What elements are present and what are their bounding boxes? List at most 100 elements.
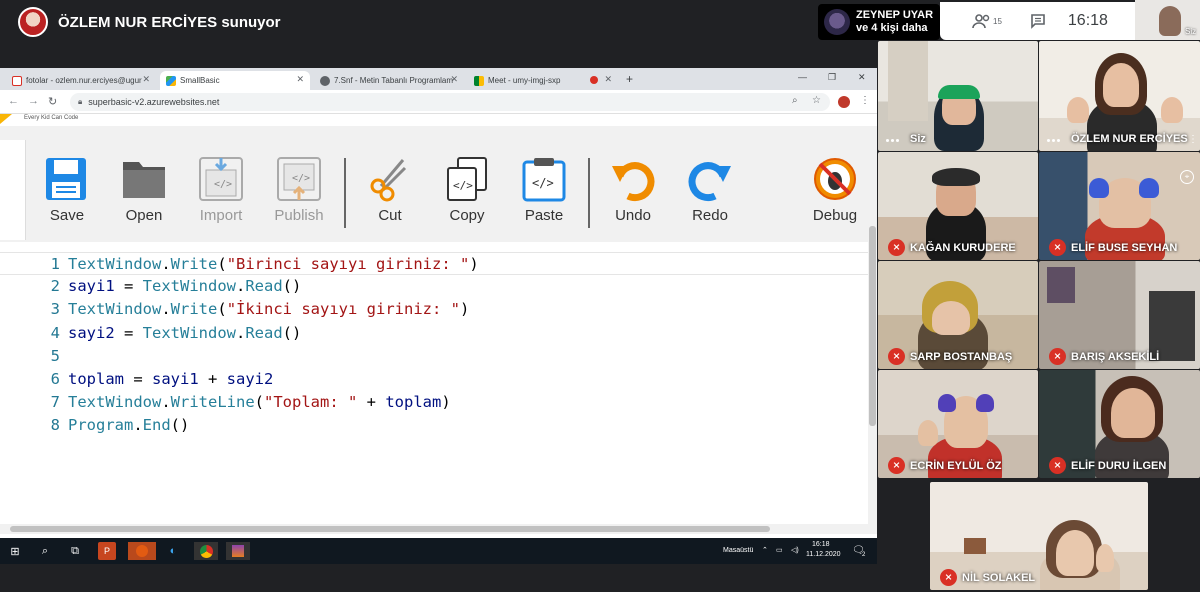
people-button[interactable]: 15 <box>972 13 1002 29</box>
mic-off-icon: ⨯ <box>1049 457 1066 474</box>
search-icon[interactable]: ⌕ <box>36 542 54 560</box>
tab-metin[interactable]: 7.Snf - Metin Tabanlı Programlam ✕ <box>314 71 464 90</box>
tab-title: Meet - umy-imgj-sxp <box>488 76 561 85</box>
redo-button[interactable]: Redo <box>673 156 747 236</box>
import-button[interactable]: </> Import <box>184 156 258 236</box>
close-icon[interactable]: ✕ <box>296 74 304 85</box>
winrar-icon[interactable] <box>226 542 250 560</box>
participant-name: KAĞAN KURUDERE <box>910 242 1016 254</box>
tray-date[interactable]: 11.12.2020 <box>806 551 841 558</box>
tab-gmail[interactable]: fotolar - ozlem.nur.erciyes@ugur ✕ <box>6 71 156 90</box>
code-token: Write <box>170 255 218 273</box>
tray-time[interactable]: 16:18 <box>812 541 830 548</box>
code-line[interactable]: 7 TextWindow.WriteLine("Toplam: " + topla… <box>0 391 868 414</box>
line-number: 8 <box>50 416 60 435</box>
tray-chevron-icon[interactable]: ⌃ <box>762 546 768 554</box>
code-token: = <box>114 323 143 342</box>
code-token: + <box>198 370 227 388</box>
participant-tile-sarp[interactable]: ⨯ SARP BOSTANBAŞ <box>878 261 1038 369</box>
presenter-bar: ÖZLEM NUR ERCİYES sunuyor <box>0 0 820 44</box>
star-icon[interactable]: ☆ <box>812 95 821 106</box>
zoom-icon[interactable]: ⌕ <box>792 95 798 106</box>
participant-name: ELİF DURU İLGEN <box>1071 460 1167 472</box>
vertical-scroll-thumb[interactable] <box>869 226 876 426</box>
edge-icon[interactable]: ◐ <box>164 542 182 560</box>
publish-button[interactable]: </> Publish <box>262 156 336 236</box>
forward-icon[interactable]: → <box>28 95 39 107</box>
code-token: "Toplam: " <box>264 393 358 412</box>
code-line[interactable]: 1 TextWindow.Write("Birinci sayıyı girini… <box>0 252 868 275</box>
horizontal-scroll-thumb[interactable] <box>10 526 770 532</box>
browser-tabstrip: fotolar - ozlem.nur.erciyes@ugur ✕ Small… <box>0 68 877 90</box>
participant-tile-elif-buse[interactable]: ⌖ ⨯ ELİF BUSE SEYHAN <box>1039 152 1200 260</box>
network-icon[interactable]: ▭ <box>776 546 783 554</box>
code-line[interactable]: 6 toplam = sayi1 + sayi2 <box>0 368 868 391</box>
publish-label: Publish <box>274 207 324 224</box>
window-close-icon[interactable]: ✕ <box>858 72 866 83</box>
url-field[interactable]: 🔒︎ superbasic-v2.azurewebsites.net <box>70 93 830 111</box>
tab-smallbasic[interactable]: SmallBasic ✕ <box>160 71 310 90</box>
more-options-icon[interactable]: ⋮ <box>1188 134 1198 145</box>
publish-icon: </> <box>276 156 322 202</box>
profile-icon[interactable] <box>838 96 850 108</box>
reload-icon[interactable]: ↻ <box>48 95 57 108</box>
tab-title: 7.Snf - Metin Tabanlı Programlam <box>334 76 454 85</box>
debug-button[interactable]: Debug <box>798 156 872 236</box>
bug-icon <box>812 156 858 202</box>
new-tab-icon[interactable]: + <box>626 72 633 86</box>
back-icon[interactable]: ← <box>8 95 19 107</box>
participant-tile-nil[interactable]: ⨯ NİL SOLAKEL <box>930 482 1148 590</box>
meet-controls: 15 16:18 <box>940 2 1135 40</box>
code-token: sayi1 <box>152 370 199 388</box>
chat-button[interactable] <box>1030 13 1046 29</box>
participant-face <box>932 301 970 335</box>
undo-button[interactable]: Undo <box>596 156 670 236</box>
wall-picture <box>1047 267 1075 303</box>
code-token: "Birinci sayıyı giriniz: " <box>226 255 470 273</box>
code-token: () <box>282 277 302 296</box>
code-editor[interactable]: 1 TextWindow.Write("Birinci sayıyı girini… <box>0 242 868 524</box>
copy-button[interactable]: </> Copy <box>430 156 504 236</box>
restore-icon[interactable]: ❐ <box>828 72 836 83</box>
close-icon[interactable]: ✕ <box>604 74 612 85</box>
pin-icon[interactable]: ⌖ <box>1180 170 1194 184</box>
active-speaker-chip[interactable]: ZEYNEP UYAR ve 4 kişi daha <box>818 4 940 40</box>
minimize-icon[interactable]: — <box>798 72 807 82</box>
participant-tile-ecrin[interactable]: ⨯ ECRİN EYLÜL ÖZ <box>878 370 1038 478</box>
self-preview[interactable]: Siz <box>1135 0 1200 40</box>
paste-button[interactable]: </> Paste <box>507 156 581 236</box>
open-button[interactable]: Open <box>107 156 181 236</box>
windows-start-icon[interactable]: ⊞ <box>6 542 24 560</box>
participant-tile-baris[interactable]: ⨯ BARIŞ AKSEKİLİ <box>1039 261 1200 369</box>
close-icon[interactable]: ✕ <box>142 74 150 85</box>
side-panel-tab[interactable] <box>0 140 26 240</box>
menu-icon[interactable]: ⋮ <box>860 95 870 106</box>
code-line[interactable]: 5 <box>0 345 868 368</box>
desktop-label[interactable]: Masaüstü <box>723 547 753 554</box>
mic-off-icon: ⨯ <box>1049 239 1066 256</box>
code-line[interactable]: 4 sayi2 = TextWindow.Read() <box>0 322 868 345</box>
code-line[interactable]: 2 sayi1 = TextWindow.Read() <box>0 275 868 298</box>
close-icon[interactable]: ✕ <box>450 74 458 85</box>
powerpoint-icon[interactable]: P <box>98 542 116 560</box>
volume-icon[interactable]: ◁) <box>791 546 799 554</box>
cut-button[interactable]: Cut <box>353 156 427 236</box>
code-line[interactable]: 8 Program.End() <box>0 414 868 437</box>
code-line[interactable]: 3 TextWindow.Write("İkinci sayıyı giriniz… <box>0 298 868 321</box>
vertical-scrollbar[interactable] <box>868 126 877 531</box>
peace-sign-hand <box>1096 544 1114 572</box>
task-view-icon[interactable]: ⧉ <box>66 542 84 560</box>
chrome-icon[interactable] <box>194 542 218 560</box>
redo-icon <box>687 156 733 202</box>
shared-screen: fotolar - ozlem.nur.erciyes@ugur ✕ Small… <box>0 68 877 564</box>
app-icon[interactable] <box>128 542 156 560</box>
participant-name: ELİF BUSE SEYHAN <box>1071 242 1178 254</box>
horizontal-scrollbar[interactable] <box>0 524 877 534</box>
participant-tile-kagan[interactable]: ⨯ KAĞAN KURUDERE <box>878 152 1038 260</box>
tab-meet[interactable]: Meet - umy-imgj-sxp ✕ <box>468 71 618 90</box>
participant-tile-elif-duru[interactable]: ⨯ ELİF DURU İLGEN <box>1039 370 1200 478</box>
save-button[interactable]: Save <box>30 156 104 236</box>
participant-tile-self[interactable]: Siz <box>878 41 1038 151</box>
participant-tile-ozlem[interactable]: ÖZLEM NUR ERCİYES ⋮ <box>1039 41 1200 151</box>
code-token: "İkinci sayıyı giriniz: " <box>226 300 460 319</box>
